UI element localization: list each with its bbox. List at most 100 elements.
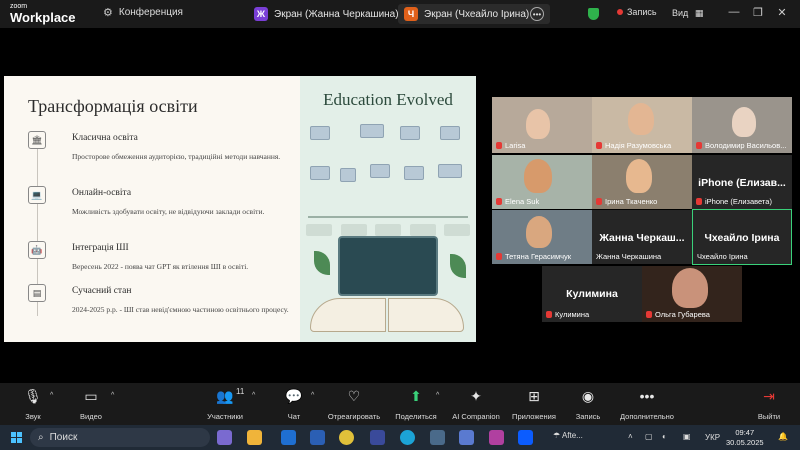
audio-label: Звук	[25, 412, 41, 421]
notifications-icon[interactable]: 🔔	[778, 432, 788, 441]
mic-muted-icon	[596, 198, 602, 205]
participant-name: Надія Разумовська	[605, 141, 672, 150]
illustration-tile	[440, 126, 460, 140]
robot-icon: 🤖	[28, 241, 46, 259]
weather-widget[interactable]: ☂ Afte...	[553, 431, 583, 440]
record-label: Запись	[575, 412, 601, 421]
participant-video	[626, 159, 652, 193]
participant-tile[interactable]: iPhone (Елизав... iPhone (Елизавета)	[692, 155, 792, 209]
participant-tile[interactable]: Володимир Васильов...	[692, 97, 792, 153]
tray-app-icon[interactable]: ▣	[683, 432, 691, 441]
share-tab-label: Экран (Чхеайло Ірина)	[424, 8, 530, 20]
participant-tile[interactable]: Ірина Ткаченко	[592, 155, 692, 209]
share-label: Поделиться	[395, 412, 437, 421]
leave-label: Выйти	[757, 412, 781, 421]
illustration-tile	[310, 126, 330, 140]
share-screen-icon: ⬆	[410, 388, 422, 404]
tray-chevron-icon[interactable]: ˄	[628, 432, 633, 441]
clock-time: 09:47	[735, 428, 755, 437]
participant-name: iPhone (Елизавета)	[705, 197, 772, 206]
audio-options-caret-icon[interactable]: ^	[50, 392, 53, 399]
participant-tile[interactable]: Тетяна Герасимчук	[492, 210, 592, 264]
edge-icon[interactable]	[400, 430, 415, 445]
language-indicator[interactable]: УКР	[705, 433, 720, 442]
participant-tile[interactable]: Elena Suk	[492, 155, 592, 209]
video-button[interactable]: ▭ Видео	[56, 387, 126, 421]
chrome-icon[interactable]	[339, 430, 354, 445]
recording-indicator[interactable]: Запись	[617, 7, 657, 17]
share-tab-iryna[interactable]: Ч Экран (Чхеайло Ірина) •••	[398, 4, 550, 24]
maximize-icon[interactable]: ❐	[751, 6, 765, 19]
close-icon[interactable]: ✕	[775, 6, 789, 19]
share-tab-zhanna[interactable]: Ж Экран (Жанна Черкашина)	[248, 4, 405, 24]
search-icon: ⌕	[38, 432, 44, 443]
education-evolved-illustration: Education Evolved	[300, 76, 476, 342]
participant-tile-active-speaker[interactable]: Чхеайло Ірина Чхеайло Ірина	[692, 209, 792, 265]
grid-view-icon: ▦	[694, 8, 704, 18]
minimize-icon[interactable]: —	[727, 6, 741, 18]
ai-label: AI Companion	[452, 412, 500, 421]
item-text: Можливість здобувати освіту, не відвідую…	[72, 207, 265, 216]
more-button[interactable]: ••• Дополнительно	[612, 387, 682, 421]
gear-icon: ⚙	[103, 7, 113, 19]
participants-caret-icon[interactable]: ^	[252, 392, 255, 399]
tray-app-icon[interactable]: ◐	[662, 432, 667, 441]
mic-muted-icon	[496, 142, 502, 149]
slide-left-panel: Трансформація освіти 🏛 Класична освіта П…	[4, 76, 300, 342]
store-icon[interactable]	[370, 430, 385, 445]
app-icon[interactable]	[489, 430, 504, 445]
defender-icon[interactable]	[310, 430, 325, 445]
item-text: Вересень 2022 - поява чат GPT як втіленн…	[72, 262, 249, 271]
participant-tile[interactable]: Кулимина Кулимина	[542, 266, 642, 322]
zoom-taskbar-icon[interactable]	[518, 430, 533, 445]
participant-tile[interactable]: Надія Разумовська	[592, 97, 692, 153]
chat-caret-icon[interactable]: ^	[311, 392, 314, 399]
file-explorer-icon[interactable]	[247, 430, 262, 445]
participants-button[interactable]: 👥 Участники	[190, 387, 260, 421]
chat-icon: 💬	[285, 388, 303, 404]
illustration-labels	[306, 224, 470, 236]
meeting-info[interactable]: ⚙ Конференция	[103, 6, 183, 19]
security-shield-icon[interactable]	[588, 8, 599, 20]
video-options-caret-icon[interactable]: ^	[111, 392, 114, 399]
participant-name: Жанна Черкашина	[596, 252, 662, 261]
copilot-icon[interactable]	[217, 430, 232, 445]
calendar-app-icon[interactable]	[459, 430, 474, 445]
outlook-icon[interactable]	[281, 430, 296, 445]
share-tab-badge: Ж	[254, 7, 268, 21]
share-tab-badge: Ч	[404, 7, 418, 21]
item-heading: Сучасний стан	[72, 286, 132, 296]
more-options-icon[interactable]: •••	[530, 7, 544, 21]
item-heading: Онлайн-освіта	[72, 188, 132, 198]
react-button[interactable]: ♡ Отреагировать	[319, 387, 389, 421]
participant-tile[interactable]: Ольга Губарева	[642, 266, 742, 322]
taskbar-search[interactable]: ⌕ Поиск	[30, 428, 210, 447]
video-label: Видео	[80, 412, 102, 421]
taskbar-clock[interactable]: 09:47 30.05.2025	[726, 428, 764, 448]
recording-label: Запись	[627, 7, 657, 17]
apps-icon: ⊞	[528, 388, 540, 404]
open-book-illustration	[310, 286, 466, 334]
share-caret-icon[interactable]: ^	[436, 392, 439, 399]
illustration-leaf	[450, 254, 466, 278]
record-icon: ◉	[581, 388, 595, 404]
record-dot-icon	[617, 9, 623, 15]
app-icon[interactable]	[430, 430, 445, 445]
participant-name: Володимир Васильов...	[705, 141, 787, 150]
tray-app-icon[interactable]: ▢	[645, 432, 653, 441]
leave-button[interactable]: ⇥ Выйти	[734, 387, 800, 421]
participant-tile[interactable]: Жанна Черкаш... Жанна Черкашина	[592, 210, 692, 264]
windows-start-icon[interactable]	[11, 432, 22, 443]
item-text: 2024-2025 р.р. - ШІ став невід'ємною час…	[72, 305, 289, 314]
illustration-timeline	[308, 216, 468, 218]
heart-icon: ♡	[347, 388, 361, 404]
participant-video	[628, 103, 654, 135]
participant-video	[672, 268, 708, 308]
more-dots-icon: •••	[639, 388, 655, 404]
participant-tile[interactable]: Larisa	[492, 97, 592, 153]
view-button[interactable]: Вид ▦	[672, 8, 703, 19]
zoom-logo: zoom Workplace	[10, 3, 76, 26]
more-label: Дополнительно	[620, 412, 674, 421]
illustration-tile	[360, 124, 384, 138]
slide-title: Трансформація освіти	[28, 96, 198, 116]
